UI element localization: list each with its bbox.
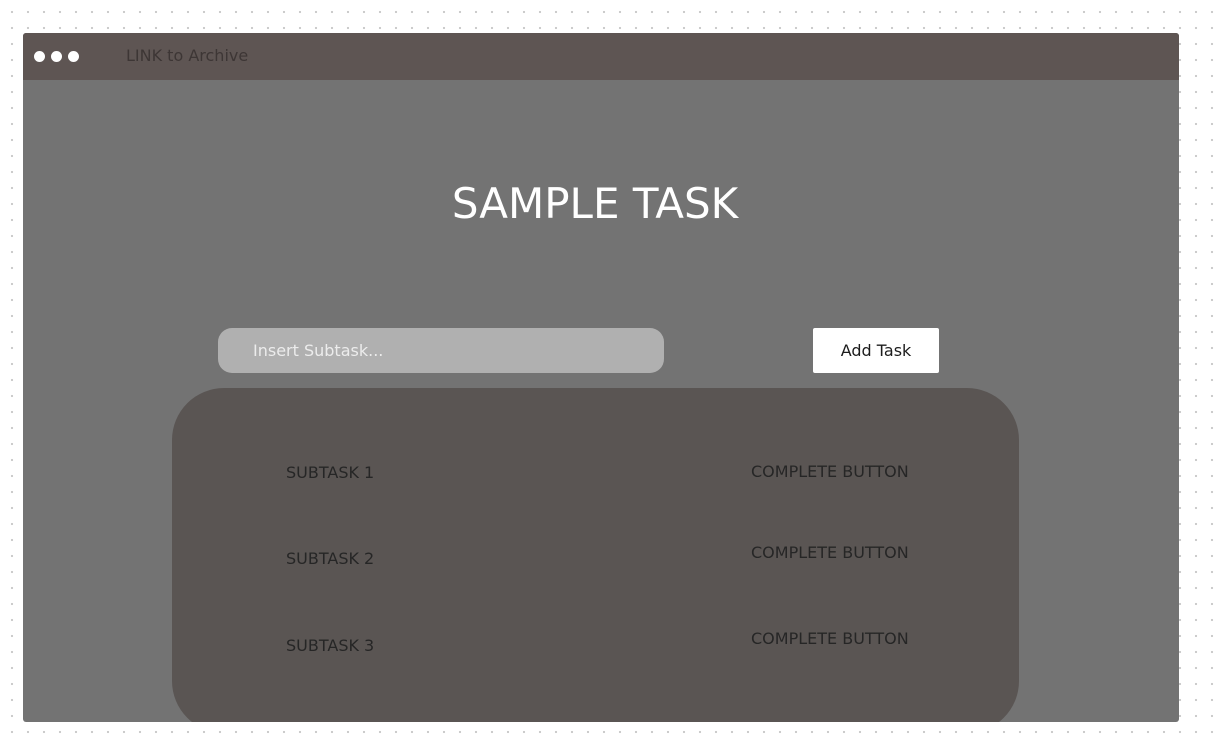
complete-button-2[interactable]: COMPLETE BUTTON xyxy=(751,543,909,563)
window-dot-icon[interactable] xyxy=(34,51,45,62)
window-dot-icon[interactable] xyxy=(68,51,79,62)
page-title: SAMPLE TASK xyxy=(451,179,739,228)
subtask-label-1: SUBTASK 1 xyxy=(286,463,375,482)
complete-button-1[interactable]: COMPLETE BUTTON xyxy=(751,462,909,482)
add-task-button[interactable]: Add Task xyxy=(813,328,939,373)
subtask-label-3: SUBTASK 3 xyxy=(286,636,375,655)
archive-link[interactable]: LINK to Archive xyxy=(126,46,248,66)
complete-button-3[interactable]: COMPLETE BUTTON xyxy=(751,629,909,649)
window-dot-icon[interactable] xyxy=(51,51,62,62)
app-window: LINK to Archive SAMPLE TASK Add Task SUB… xyxy=(23,33,1179,722)
window-titlebar: LINK to Archive xyxy=(23,33,1179,80)
subtask-input[interactable] xyxy=(218,328,664,373)
subtask-label-2: SUBTASK 2 xyxy=(286,549,375,568)
subtask-list: SUBTASK 1 COMPLETE BUTTON SUBTASK 2 COMP… xyxy=(172,388,1019,722)
window-controls xyxy=(34,51,79,62)
